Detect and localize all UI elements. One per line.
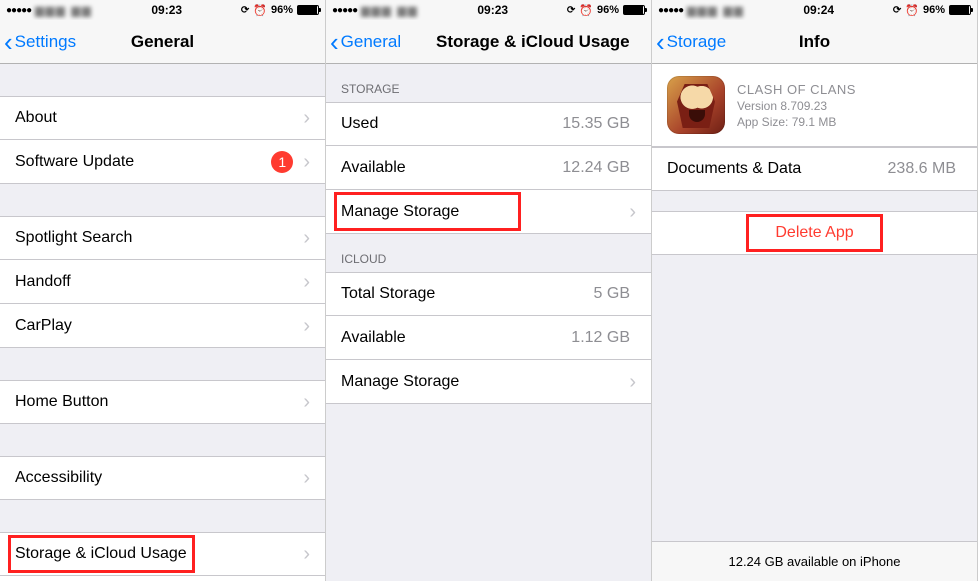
chevron-right-icon: ›	[303, 468, 310, 488]
row-label: Used	[341, 115, 562, 133]
delete-app-button[interactable]: Delete App	[652, 211, 977, 255]
back-button[interactable]: ‹ General	[326, 29, 401, 55]
delete-app-label: Delete App	[775, 224, 853, 242]
carrier-name: ▆▆▆ ▆▆	[687, 4, 744, 17]
rotation-lock-icon: ⟳	[241, 5, 249, 16]
alarm-icon: ⏰	[579, 4, 593, 17]
row-manage-storage[interactable]: Manage Storage ›	[326, 190, 651, 234]
chevron-right-icon: ›	[303, 272, 310, 292]
status-time: 09:23	[151, 3, 182, 17]
status-bar: ●●●●● ▆▆▆ ▆▆ 09:24 ⟳ ⏰ 96%	[652, 0, 977, 20]
nav-bar: ‹ Storage Info	[652, 20, 977, 64]
app-size: App Size: 79.1 MB	[737, 115, 856, 129]
update-badge: 1	[271, 151, 293, 173]
chevron-right-icon: ›	[303, 108, 310, 128]
rotation-lock-icon: ⟳	[893, 5, 901, 16]
battery-icon	[623, 5, 645, 15]
row-available: Available 12.24 GB	[326, 146, 651, 190]
battery-percent: 96%	[923, 4, 945, 16]
status-time: 09:23	[477, 3, 508, 17]
row-label: Available	[341, 329, 571, 347]
row-value: 15.35 GB	[562, 115, 630, 133]
battery-percent: 96%	[271, 4, 293, 16]
row-label: Available	[341, 159, 562, 177]
row-label: About	[15, 109, 303, 127]
chevron-right-icon: ›	[629, 202, 636, 222]
row-documents-data: Documents & Data 238.6 MB	[652, 147, 977, 191]
back-label: Storage	[667, 32, 727, 52]
chevron-right-icon: ›	[303, 316, 310, 336]
status-bar: ●●●●● ▆▆▆ ▆▆ 09:23 ⟳ ⏰ 96%	[0, 0, 325, 20]
nav-bar: ‹ General Storage & iCloud Usage	[326, 20, 651, 64]
status-bar: ●●●●● ▆▆▆ ▆▆ 09:23 ⟳ ⏰ 96%	[326, 0, 651, 20]
nav-bar: ‹ Settings General	[0, 20, 325, 64]
app-icon	[667, 76, 725, 134]
carrier-name: ▆▆▆ ▆▆	[35, 4, 92, 17]
chevron-left-icon: ‹	[330, 29, 339, 55]
back-button[interactable]: ‹ Settings	[0, 29, 76, 55]
alarm-icon: ⏰	[253, 4, 267, 17]
row-storage-icloud-usage[interactable]: Storage & iCloud Usage ›	[0, 532, 325, 576]
row-used: Used 15.35 GB	[326, 102, 651, 146]
row-label: Home Button	[15, 393, 303, 411]
row-about[interactable]: About ›	[0, 96, 325, 140]
row-label: Manage Storage	[341, 373, 629, 391]
row-value: 12.24 GB	[562, 159, 630, 177]
app-info-block: CLASH OF CLANS Version 8.709.23 App Size…	[652, 64, 977, 147]
row-manage-storage-icloud[interactable]: Manage Storage ›	[326, 360, 651, 404]
signal-dots-icon: ●●●●●	[6, 5, 31, 16]
alarm-icon: ⏰	[905, 4, 919, 17]
back-label: General	[341, 32, 401, 52]
row-label: Spotlight Search	[15, 229, 303, 247]
back-label: Settings	[15, 32, 76, 52]
row-home-button[interactable]: Home Button ›	[0, 380, 325, 424]
content: CLASH OF CLANS Version 8.709.23 App Size…	[652, 64, 977, 581]
rotation-lock-icon: ⟳	[567, 5, 575, 16]
screen-app-info: ●●●●● ▆▆▆ ▆▆ 09:24 ⟳ ⏰ 96% ‹ Storage Inf…	[652, 0, 978, 581]
battery-icon	[297, 5, 319, 15]
chevron-right-icon: ›	[629, 372, 636, 392]
row-label: CarPlay	[15, 317, 303, 335]
content: About › Software Update 1 › Spotlight Se…	[0, 64, 325, 581]
chevron-right-icon: ›	[303, 392, 310, 412]
chevron-left-icon: ‹	[656, 29, 665, 55]
row-label: Handoff	[15, 273, 303, 291]
row-value: 238.6 MB	[888, 160, 956, 178]
row-spotlight-search[interactable]: Spotlight Search ›	[0, 216, 325, 260]
row-value: 1.12 GB	[571, 329, 630, 347]
app-name: CLASH OF CLANS	[737, 82, 856, 97]
footer-available: 12.24 GB available on iPhone	[652, 541, 977, 581]
row-software-update[interactable]: Software Update 1 ›	[0, 140, 325, 184]
signal-dots-icon: ●●●●●	[658, 5, 683, 16]
section-header-storage: STORAGE	[326, 64, 651, 102]
row-handoff[interactable]: Handoff ›	[0, 260, 325, 304]
row-total-storage: Total Storage 5 GB	[326, 272, 651, 316]
row-carplay[interactable]: CarPlay ›	[0, 304, 325, 348]
chevron-right-icon: ›	[303, 544, 310, 564]
row-icloud-available: Available 1.12 GB	[326, 316, 651, 360]
status-time: 09:24	[803, 3, 834, 17]
content: STORAGE Used 15.35 GB Available 12.24 GB…	[326, 64, 651, 581]
app-version: Version 8.709.23	[737, 99, 856, 113]
back-button[interactable]: ‹ Storage	[652, 29, 726, 55]
screen-general: ●●●●● ▆▆▆ ▆▆ 09:23 ⟳ ⏰ 96% ‹ Settings Ge…	[0, 0, 326, 581]
row-label: Manage Storage	[341, 203, 629, 221]
row-label: Storage & iCloud Usage	[15, 545, 303, 563]
row-background-app-refresh[interactable]: Background App Refresh ›	[0, 576, 325, 581]
chevron-right-icon: ›	[303, 228, 310, 248]
row-label: Documents & Data	[667, 160, 888, 178]
carrier-name: ▆▆▆ ▆▆	[361, 4, 418, 17]
row-accessibility[interactable]: Accessibility ›	[0, 456, 325, 500]
battery-percent: 96%	[597, 4, 619, 16]
row-label: Software Update	[15, 153, 271, 171]
row-value: 5 GB	[594, 285, 630, 303]
signal-dots-icon: ●●●●●	[332, 5, 357, 16]
row-label: Total Storage	[341, 285, 594, 303]
screen-storage-icloud: ●●●●● ▆▆▆ ▆▆ 09:23 ⟳ ⏰ 96% ‹ General Sto…	[326, 0, 652, 581]
battery-icon	[949, 5, 971, 15]
chevron-right-icon: ›	[303, 152, 310, 172]
chevron-left-icon: ‹	[4, 29, 13, 55]
row-label: Accessibility	[15, 469, 303, 487]
section-header-icloud: ICLOUD	[326, 234, 651, 272]
